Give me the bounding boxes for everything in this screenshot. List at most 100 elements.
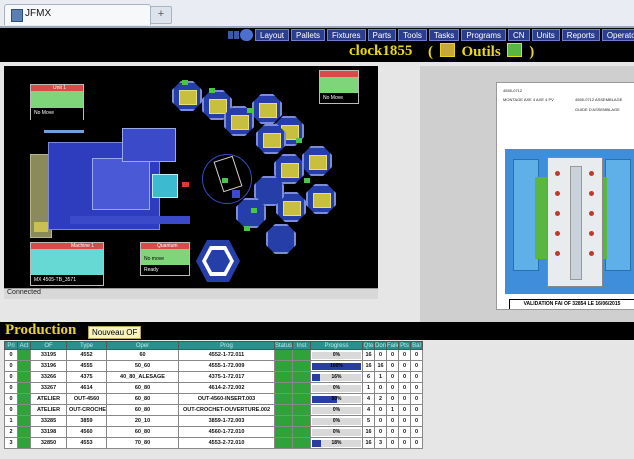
table-row[interactable]: 1 33285 3859 20_10 3859-1-72.003 0% 5 0 0 0 0	[4, 415, 423, 427]
cell-active-indicator	[17, 393, 31, 405]
column-header[interactable]: OF	[30, 341, 67, 350]
fixture-clamp-right	[605, 159, 631, 271]
pallet-slot[interactable]	[236, 198, 266, 228]
pallet-status-tag	[209, 88, 215, 93]
cell-points: 0	[398, 371, 411, 383]
quantum-panel-state: Ready	[144, 267, 159, 273]
cell-balance: 0	[410, 360, 423, 372]
nav-button-tasks[interactable]: Tasks	[428, 29, 460, 41]
column-header[interactable]: Act	[17, 341, 31, 350]
machine-panel-program: MX 4505-TB_3571	[34, 277, 76, 283]
cell-operation: 60	[106, 349, 179, 361]
new-tab-button[interactable]: +	[150, 6, 172, 24]
progress-label: 100%	[330, 362, 343, 369]
nav-button-reports[interactable]: Reports	[561, 29, 600, 41]
cell-install-indicator	[292, 349, 311, 361]
pallet-status-tag	[304, 178, 310, 183]
column-header[interactable]: Pri	[4, 341, 18, 350]
table-row[interactable]: 0 33195 4552 60 4552-1-72.011 0% 16 0 0 0 0	[4, 349, 423, 361]
nav-button-units[interactable]: Units	[531, 29, 560, 41]
nav-button-programs[interactable]: Programs	[461, 29, 506, 41]
table-row[interactable]: 0 33196 4555 50_60 4555-1-72.009 100% 16 16 0 0 0	[4, 360, 423, 372]
nav-button-cn[interactable]: CN	[508, 29, 530, 41]
cell-failed: 0	[386, 415, 399, 427]
pallet[interactable]	[179, 90, 197, 105]
storage-status-panel[interactable]: No Move	[319, 70, 359, 104]
pallet-slot[interactable]	[266, 224, 296, 254]
column-header[interactable]: Pts	[398, 341, 411, 350]
new-order-button[interactable]: Nouveau OF	[88, 326, 142, 339]
nav-button-fixtures[interactable]: Fixtures	[327, 29, 366, 41]
unit-status-panel[interactable]: Unit 1 No Move	[30, 84, 84, 120]
table-row[interactable]: 0 ATELIER OUT-4560 60_80 OUT-4560-INSERT.003…	[4, 393, 423, 405]
pallet[interactable]	[209, 99, 227, 114]
document-viewer[interactable]: 4555-0712 MONTAGE AXE 4 AXE 4 PV 4555-07…	[420, 66, 634, 323]
machine-pallet-station[interactable]	[152, 174, 178, 198]
table-row[interactable]: 0 33266 4375 40_80_ALESAGE 4375-1-72.017 16% 6…	[4, 371, 423, 383]
table-row[interactable]: 3 32850 4553 70_80 4553-2-72.010 18% 16 3 0 0 0	[4, 437, 423, 449]
cell-progress: 0%	[310, 415, 363, 427]
app-logo-icon	[228, 29, 254, 41]
cell-priority: 1	[4, 415, 18, 427]
cell-priority: 0	[4, 404, 18, 416]
nav-button-pallets[interactable]: Pallets	[291, 29, 326, 41]
cell-done: 0	[374, 349, 387, 361]
nav-button-operators[interactable]: Operators	[601, 29, 634, 41]
cell-operation: 60_80	[106, 426, 179, 438]
app-nav-bar: Layout Pallets Fixtures Parts Tools Tasks Prog…	[0, 28, 634, 42]
cell-priority: 0	[4, 371, 18, 383]
table-row[interactable]: 2 33198 4560 60_80 4560-1-72.010 0% 16 0 0 0 0	[4, 426, 423, 438]
pallet[interactable]	[263, 133, 281, 148]
table-header-row: Pri Act OF Type Oper Prog Status Inst Progress Qt…	[4, 341, 423, 350]
machine-status-panel[interactable]: Machine 1 MX 4505-TB_3571	[30, 242, 104, 286]
column-header[interactable]: Qte	[362, 341, 375, 350]
title-bar: clock1855 ( Outils )	[0, 42, 634, 62]
progress-label: 0%	[332, 428, 341, 435]
cell-layout-view[interactable]: Unit 1 No Move No Move Machine 1 MX 4505…	[4, 66, 378, 288]
table-row[interactable]: 0 ATELIER OUT-CROCHET 60_80 OUT-CROCHET-OUVE…	[4, 404, 423, 416]
pallet[interactable]	[283, 201, 301, 216]
nav-button-layout[interactable]: Layout	[255, 29, 290, 41]
cell-progress: 50%	[310, 393, 363, 405]
cell-quantity: 4	[362, 404, 375, 416]
column-header[interactable]: Bal	[410, 341, 423, 350]
machine-alarm-icon[interactable]	[182, 182, 189, 187]
cell-operation: 70_80	[106, 437, 179, 449]
nav-button-parts[interactable]: Parts	[367, 29, 397, 41]
pallet[interactable]	[259, 103, 277, 118]
column-header[interactable]: Progress	[310, 341, 363, 350]
cell-active-indicator	[17, 426, 31, 438]
pallet-status-tag	[182, 80, 188, 85]
pallet[interactable]	[281, 163, 299, 178]
column-header[interactable]: Failed	[386, 341, 399, 350]
column-header[interactable]: Prog	[178, 341, 275, 350]
pallet[interactable]	[309, 155, 327, 170]
column-header[interactable]: Status	[274, 341, 293, 350]
tool-ok-icon[interactable]	[507, 43, 523, 57]
cell-install-indicator	[292, 382, 311, 394]
fixture-bar	[535, 177, 547, 259]
column-header[interactable]: Type	[66, 341, 107, 350]
cell-active-indicator	[17, 437, 31, 449]
cell-balance: 0	[410, 437, 423, 449]
cell-order: 33195	[30, 349, 67, 361]
quantum-status-panel[interactable]: Quantum No move Ready	[140, 242, 190, 276]
nav-button-tools[interactable]: Tools	[398, 29, 427, 41]
cell-status-indicator	[274, 393, 293, 405]
column-header[interactable]: Oper	[106, 341, 179, 350]
pallet[interactable]	[313, 193, 331, 208]
column-header[interactable]: Done	[374, 341, 387, 350]
fai-document[interactable]: 4555-0712 MONTAGE AXE 4 AXE 4 PV 4555-07…	[496, 82, 634, 310]
progress-bar: 18%	[312, 439, 361, 447]
column-header[interactable]: Inst	[292, 341, 311, 350]
pallet[interactable]	[231, 115, 249, 130]
progress-label: 18%	[331, 439, 342, 446]
browser-tab[interactable]: JFMX	[4, 4, 151, 25]
connection-status: Connected	[7, 289, 41, 296]
tool-warning-icon[interactable]	[439, 43, 455, 57]
cell-done: 16	[374, 360, 387, 372]
table-row[interactable]: 0 33267 4614 60_80 4614-2-72.002 0% 1 0 0 0 0	[4, 382, 423, 394]
cell-failed: 0	[386, 360, 399, 372]
cell-balance: 0	[410, 404, 423, 416]
cell-priority: 3	[4, 437, 18, 449]
